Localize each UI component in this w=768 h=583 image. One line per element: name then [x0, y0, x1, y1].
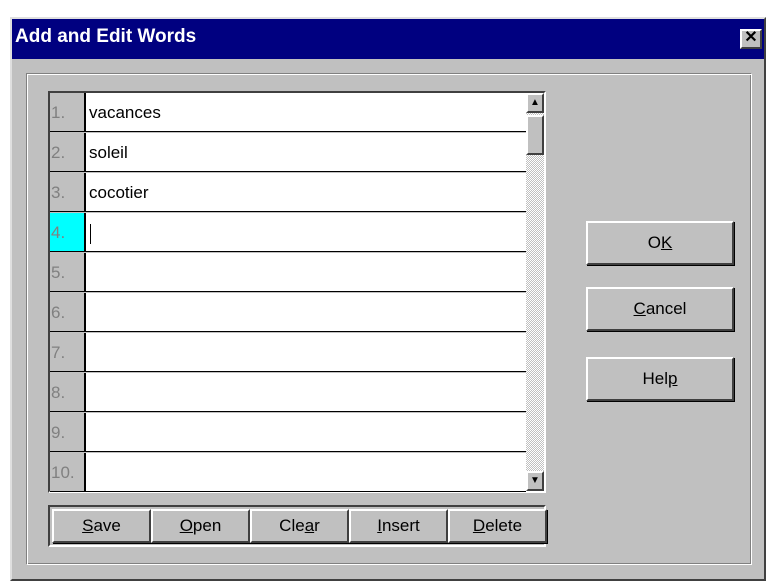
delete-button[interactable]: Delete	[448, 509, 547, 543]
table-row: 7.	[50, 333, 526, 373]
table-row: 6.	[50, 293, 526, 333]
delete-mnemonic: D	[472, 516, 486, 535]
table-row: 2. soleil	[50, 133, 526, 173]
arrow-up-icon: ▲	[530, 97, 540, 108]
arrow-down-icon: ▼	[530, 475, 540, 486]
save-mnemonic: S	[82, 516, 94, 535]
help-mnemonic: p	[668, 369, 678, 388]
table-row: 1. vacances	[50, 93, 526, 133]
insert-button[interactable]: Insert	[349, 509, 448, 543]
clear-label-pre: Cle	[279, 516, 305, 535]
word-cell[interactable]: cocotier	[86, 173, 526, 212]
table-row: 10.	[50, 453, 526, 493]
clear-label: r	[314, 516, 320, 535]
row-number: 5.	[50, 253, 86, 292]
table-row: 3. cocotier	[50, 173, 526, 213]
word-cell[interactable]	[86, 333, 526, 372]
word-cell[interactable]	[86, 413, 526, 452]
row-number: 8.	[50, 373, 86, 412]
table-row: 8.	[50, 373, 526, 413]
word-cell[interactable]: vacances	[86, 93, 526, 132]
vertical-scrollbar[interactable]: ▲ ▼	[526, 93, 544, 491]
clear-mnemonic: a	[304, 516, 315, 535]
list-button-bar: Save Open Clear Insert Delete	[48, 505, 547, 547]
row-number: 3.	[50, 173, 86, 212]
save-label: ave	[93, 516, 121, 535]
dialog-title: Add and Edit Words	[15, 26, 197, 47]
close-button[interactable]: ✕	[740, 29, 762, 49]
row-number: 7.	[50, 333, 86, 372]
word-cell[interactable]	[86, 453, 526, 492]
word-cell[interactable]	[86, 373, 526, 412]
row-number: 1.	[50, 93, 86, 132]
word-cell-active[interactable]	[86, 213, 526, 252]
scroll-up-button[interactable]: ▲	[526, 93, 544, 113]
open-mnemonic: O	[179, 516, 193, 535]
row-number: 9.	[50, 413, 86, 452]
cancel-mnemonic: C	[633, 299, 646, 318]
row-number-active: 4.	[50, 213, 86, 252]
word-rows: 1. vacances 2. soleil 3. cocotier 4. 5.	[50, 93, 526, 493]
word-grid: 1. vacances 2. soleil 3. cocotier 4. 5.	[48, 91, 546, 493]
ok-mnemonic: K	[660, 233, 673, 252]
row-number: 10.	[50, 453, 86, 492]
ok-label-pre: O	[647, 233, 661, 252]
open-label: pen	[192, 516, 222, 535]
scroll-thumb[interactable]	[526, 115, 544, 155]
word-cell[interactable]: soleil	[86, 133, 526, 172]
cancel-label: ancel	[645, 299, 687, 318]
table-row-active: 4.	[50, 213, 526, 253]
help-label-pre: Hel	[642, 369, 669, 388]
cancel-button[interactable]: Cancel	[586, 287, 734, 331]
row-number: 2.	[50, 133, 86, 172]
row-number: 6.	[50, 293, 86, 332]
delete-label: elete	[485, 516, 523, 535]
help-button[interactable]: Help	[586, 357, 734, 401]
word-cell[interactable]	[86, 293, 526, 332]
title-bar[interactable]: Add and Edit Words ✕	[12, 19, 764, 59]
add-edit-words-dialog: Add and Edit Words ✕ 1. vacances 2. sole…	[10, 17, 766, 581]
insert-label: nsert	[381, 516, 420, 535]
word-cell[interactable]	[86, 253, 526, 292]
table-row: 9.	[50, 413, 526, 453]
save-button[interactable]: Save	[52, 509, 151, 543]
close-icon: ✕	[744, 29, 758, 46]
text-caret	[90, 223, 91, 244]
clear-button[interactable]: Clear	[250, 509, 349, 543]
ok-button[interactable]: OK	[586, 221, 734, 265]
scroll-down-button[interactable]: ▼	[526, 471, 544, 491]
table-row: 5.	[50, 253, 526, 293]
open-button[interactable]: Open	[151, 509, 250, 543]
